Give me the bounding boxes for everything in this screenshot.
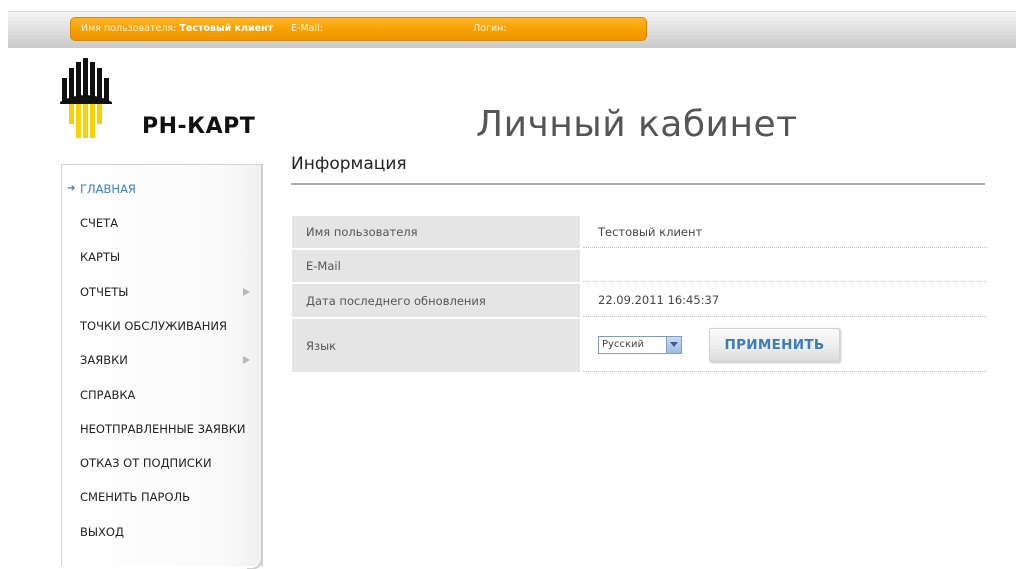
section-title: Информация [291, 154, 407, 174]
info-row-email: E-Mail [292, 250, 987, 282]
info-value: 22.09.2011 16:45:37 [583, 284, 987, 317]
info-key: Дата последнего обновления [292, 284, 580, 317]
email-label: E-Mail: [291, 23, 323, 34]
page-title: Личный кабинет [476, 104, 798, 145]
submenu-arrow-icon [243, 356, 250, 364]
username-value: Тестовый клиент [179, 23, 274, 34]
sidebar-item-accounts[interactable]: СЧЕТА [62, 212, 262, 234]
sidebar-item-label: ВЫХОД [80, 525, 124, 539]
info-row-last-update: Дата последнего обновления 22.09.2011 16… [292, 284, 987, 317]
language-selected-value: Русский [602, 339, 644, 350]
info-value [583, 250, 987, 282]
sidebar-item-logout[interactable]: ВЫХОД [62, 521, 262, 543]
sidebar-item-label: СМЕНИТЬ ПАРОЛЬ [80, 490, 191, 504]
sidebar-item-requests[interactable]: ЗАЯВКИ [62, 349, 262, 371]
sidebar-item-change-password[interactable]: СМЕНИТЬ ПАРОЛЬ [62, 486, 262, 508]
sidebar-item-label: ГЛАВНАЯ [80, 182, 136, 196]
sidebar-item-reports[interactable]: ОТЧЕТЫ [62, 281, 262, 303]
sidebar-item-label: ЗАЯВКИ [80, 353, 128, 367]
arrow-right-icon: ➔ [67, 183, 76, 194]
logo-emblem-icon [60, 58, 112, 138]
info-key: Имя пользователя [292, 216, 580, 248]
info-key: E-Mail [292, 250, 580, 282]
sidebar-menu: ➔ ГЛАВНАЯ СЧЕТА КАРТЫ ОТЧЕТЫ ТОЧКИ ОБСЛУ… [61, 164, 263, 569]
submenu-arrow-icon [243, 288, 250, 296]
sidebar-item-label: СПРАВКА [80, 388, 136, 402]
sidebar-item-cards[interactable]: КАРТЫ [62, 246, 262, 268]
user-info-bar: Имя пользователя: Тестовый клиент E-Mail… [70, 17, 647, 41]
sidebar-item-label: ОТКАЗ ОТ ПОДПИСКИ [80, 456, 212, 470]
section-divider [291, 183, 985, 185]
logo-text: РН-КАРТ [142, 114, 256, 139]
company-logo[interactable]: РН-КАРТ [60, 58, 260, 144]
chevron-down-icon[interactable] [666, 337, 681, 353]
info-row-username: Имя пользователя Тестовый клиент [292, 216, 987, 248]
sidebar-item-label: ОТЧЕТЫ [80, 285, 129, 299]
sidebar-item-label: СЧЕТА [80, 216, 119, 230]
info-key: Язык [292, 319, 580, 372]
login-label: Логин: [473, 23, 507, 34]
username-label: Имя пользователя: [81, 23, 177, 34]
sidebar-item-help[interactable]: СПРАВКА [62, 384, 262, 406]
sidebar-item-label: НЕОТПРАВЛЕННЫЕ ЗАЯВКИ [80, 422, 246, 436]
info-value: Тестовый клиент [583, 216, 987, 248]
sidebar-item-unsent-requests[interactable]: НЕОТПРАВЛЕННЫЕ ЗАЯВКИ [62, 418, 262, 440]
apply-button[interactable]: ПРИМЕНИТЬ [709, 328, 840, 362]
sidebar-item-home[interactable]: ➔ ГЛАВНАЯ [62, 178, 262, 200]
username-field: Имя пользователя: Тестовый клиент [81, 18, 273, 40]
sidebar-item-label: КАРТЫ [80, 250, 121, 264]
sidebar-item-label: ТОЧКИ ОБСЛУЖИВАНИЯ [80, 319, 227, 333]
sidebar-item-unsubscribe[interactable]: ОТКАЗ ОТ ПОДПИСКИ [62, 452, 262, 474]
sidebar-item-service-points[interactable]: ТОЧКИ ОБСЛУЖИВАНИЯ [62, 315, 262, 337]
language-select[interactable]: Русский [598, 336, 682, 354]
